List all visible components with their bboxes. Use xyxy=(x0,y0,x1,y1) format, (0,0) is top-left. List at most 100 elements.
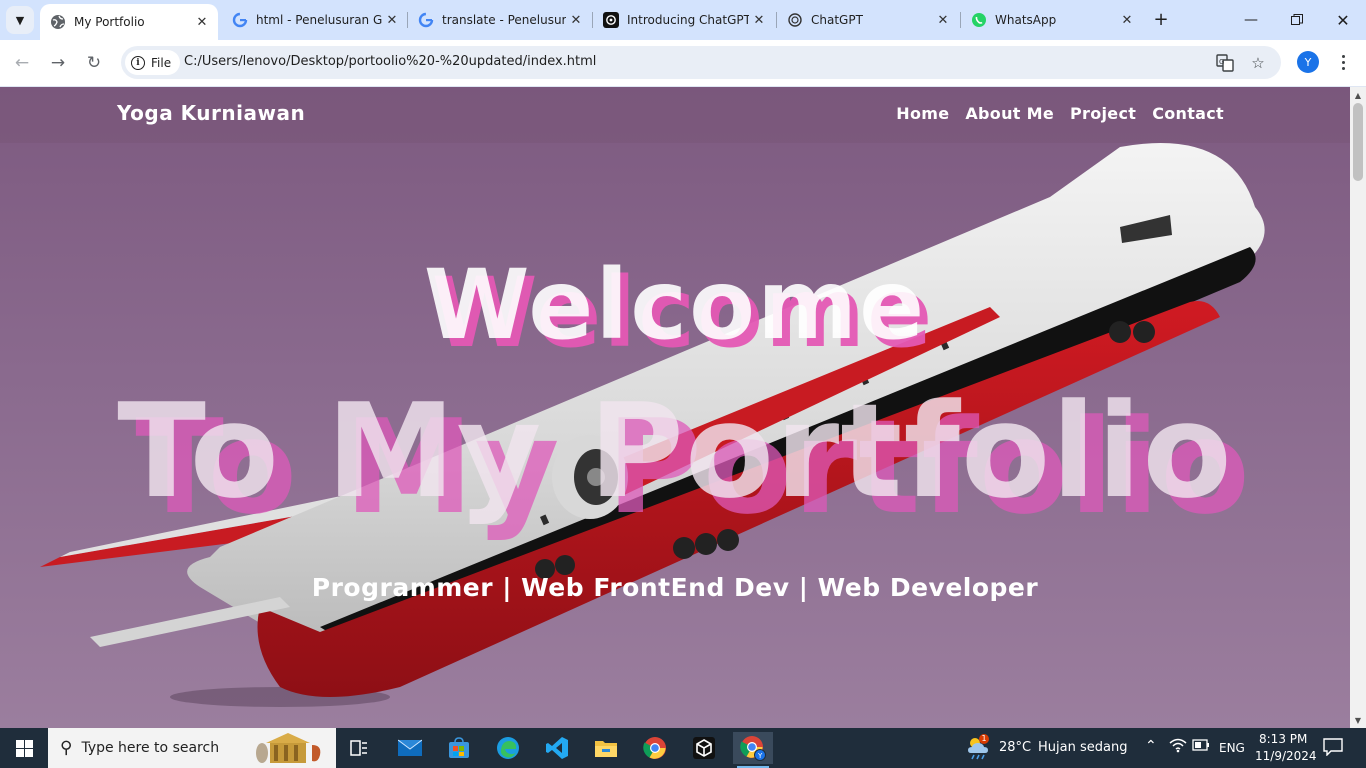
close-icon: ✕ xyxy=(1336,10,1350,30)
vscode-button[interactable] xyxy=(537,732,577,764)
chrome-profile-button[interactable]: Y xyxy=(733,732,773,768)
roblox-studio-button[interactable] xyxy=(684,732,724,764)
search-icon: ⚲ xyxy=(60,738,73,758)
chrome-icon xyxy=(643,737,666,759)
site-nav: Home About Me Project Contact xyxy=(896,104,1224,123)
nav-contact[interactable]: Contact xyxy=(1152,104,1224,123)
globe-icon xyxy=(50,14,66,30)
battery-icon[interactable] xyxy=(1192,739,1210,755)
notifications-icon[interactable] xyxy=(1323,738,1343,760)
arrow-right-icon: → xyxy=(50,53,66,73)
close-icon[interactable]: ✕ xyxy=(1117,10,1137,30)
tab-introducing-chatgpt[interactable]: Introducing ChatGPT ✕ xyxy=(593,0,775,40)
taskbar-search[interactable]: ⚲ Type here to search xyxy=(48,728,336,768)
close-icon[interactable]: ✕ xyxy=(192,12,212,32)
nav-home[interactable]: Home xyxy=(896,104,949,123)
star-icon[interactable]: ☆ xyxy=(1247,52,1269,74)
weather-widget[interactable] xyxy=(962,732,994,764)
site-header: Yoga Kurniawan Home About Me Project Con… xyxy=(0,87,1350,143)
tab-title: My Portfolio xyxy=(74,15,145,29)
file-explorer-button[interactable] xyxy=(586,732,626,764)
wifi-icon[interactable] xyxy=(1169,737,1187,757)
site-info-chip[interactable]: i File xyxy=(125,50,181,75)
svg-text:Y: Y xyxy=(757,752,763,760)
minimize-button[interactable]: — xyxy=(1228,0,1274,40)
hero-subtitle: Programmer | Web FrontEnd Dev | Web Deve… xyxy=(311,573,1039,602)
svg-text:G: G xyxy=(1219,58,1224,66)
site-brand[interactable]: Yoga Kurniawan xyxy=(117,101,305,125)
reload-icon: ↻ xyxy=(86,53,102,73)
task-view-button[interactable] xyxy=(340,732,380,764)
whatsapp-icon xyxy=(971,12,987,28)
close-icon[interactable]: ✕ xyxy=(749,10,769,30)
chrome-button[interactable] xyxy=(635,732,675,764)
tab-translate-search[interactable]: translate - Penelusuran ✕ xyxy=(408,0,592,40)
mail-button[interactable] xyxy=(390,732,430,764)
info-icon: i xyxy=(131,55,145,70)
browser-toolbar: ← → ↻ i File C:/Users/lenovo/Desktop/por… xyxy=(0,40,1366,86)
tab-title: WhatsApp xyxy=(995,13,1057,27)
forward-button[interactable]: → xyxy=(44,49,72,77)
roblox-studio-icon xyxy=(693,737,715,759)
vscode-icon xyxy=(546,737,568,759)
reload-button[interactable]: ↻ xyxy=(80,49,108,77)
url-text[interactable]: C:/Users/lenovo/Desktop/portoolio%20-%20… xyxy=(184,54,596,69)
edge-icon xyxy=(497,737,519,759)
store-button[interactable] xyxy=(439,732,479,764)
back-button[interactable]: ← xyxy=(8,49,36,77)
chevron-up-icon[interactable]: ⌃ xyxy=(1145,738,1157,754)
file-explorer-icon xyxy=(595,741,617,757)
weather-description[interactable]: Hujan sedang xyxy=(1038,740,1127,755)
scroll-up-icon[interactable]: ▲ xyxy=(1354,91,1362,100)
translate-icon[interactable]: G xyxy=(1214,52,1236,74)
scroll-down-icon[interactable]: ▼ xyxy=(1354,716,1362,725)
plus-icon: + xyxy=(1153,8,1169,30)
language-indicator[interactable]: ENG xyxy=(1219,741,1245,755)
tab-title: ChatGPT xyxy=(811,13,863,27)
hero-portfolio-heading: To My Portfolio xyxy=(117,375,1233,527)
chevron-down-icon: ▼ xyxy=(15,13,25,27)
tab-title: Introducing ChatGPT xyxy=(627,13,749,27)
tab-chatgpt[interactable]: ChatGPT ✕ xyxy=(777,0,959,40)
weather-badge: 1 xyxy=(979,734,989,744)
nav-project[interactable]: Project xyxy=(1070,104,1136,123)
tab-strip: ▼ My Portfolio ✕ html - Penelusuran Goog… xyxy=(0,0,1366,40)
chip-label: File xyxy=(151,55,172,70)
address-bar[interactable]: i File C:/Users/lenovo/Desktop/portoolio… xyxy=(121,46,1281,79)
weather-temperature[interactable]: 28°C xyxy=(999,740,1031,755)
page-scrollbar[interactable]: ▲ ▼ xyxy=(1350,87,1366,728)
clock-date[interactable]: 11/9/2024 xyxy=(1255,749,1317,763)
restore-icon xyxy=(1291,14,1303,25)
tab-search-button[interactable]: ▼ xyxy=(6,6,34,34)
close-icon[interactable]: ✕ xyxy=(566,10,586,30)
clock-time[interactable]: 8:13 PM xyxy=(1259,732,1307,746)
windows-icon xyxy=(15,739,33,757)
google-icon xyxy=(232,12,248,28)
openai-icon xyxy=(787,12,803,28)
mail-icon xyxy=(398,739,422,756)
restore-button[interactable] xyxy=(1274,0,1320,40)
start-button[interactable] xyxy=(0,728,48,768)
scroll-thumb[interactable] xyxy=(1353,103,1363,181)
menu-icon[interactable] xyxy=(1335,50,1351,74)
nav-about-me[interactable]: About Me xyxy=(965,104,1054,123)
close-icon[interactable]: ✕ xyxy=(382,10,402,30)
profile-initial: Y xyxy=(1304,55,1312,69)
google-icon xyxy=(418,12,434,28)
store-icon xyxy=(449,737,469,758)
tab-my-portfolio[interactable]: My Portfolio ✕ xyxy=(40,4,218,40)
tab-html-search[interactable]: html - Penelusuran Google ✕ xyxy=(222,0,408,40)
arrow-left-icon: ← xyxy=(14,53,30,73)
openai-icon xyxy=(603,12,619,28)
tab-title: html - Penelusuran Google xyxy=(256,13,382,27)
minimize-icon: — xyxy=(1244,12,1258,28)
close-window-button[interactable]: ✕ xyxy=(1320,0,1366,40)
tab-whatsapp[interactable]: WhatsApp ✕ xyxy=(961,0,1143,40)
avatar[interactable]: Y xyxy=(1297,51,1319,73)
windows-taskbar: ⚲ Type here to search Y 1 28°C Hujan sed… xyxy=(0,728,1366,768)
close-icon[interactable]: ✕ xyxy=(933,10,953,30)
task-view-icon xyxy=(350,740,367,756)
hero-welcome-heading: Welcome xyxy=(423,249,927,361)
new-tab-button[interactable]: + xyxy=(1150,8,1172,30)
edge-button[interactable] xyxy=(488,732,528,764)
